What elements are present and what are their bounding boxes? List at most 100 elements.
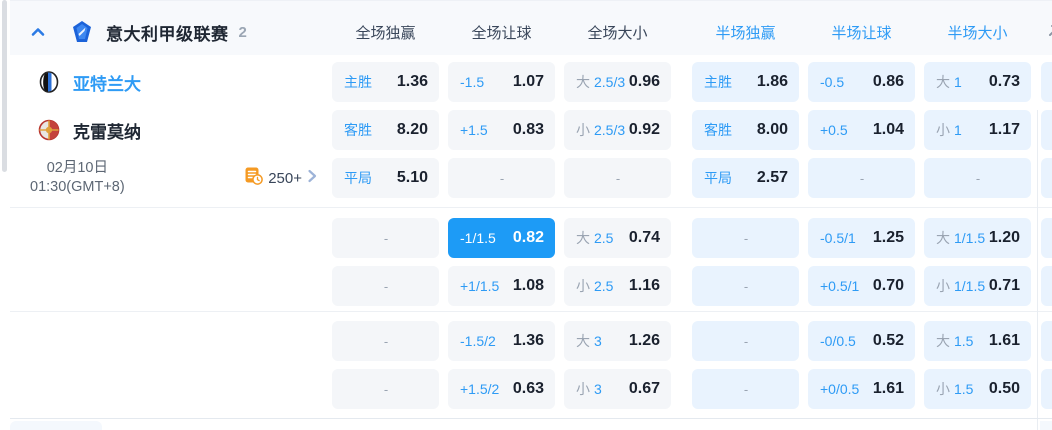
row-left-spacer (10, 369, 332, 409)
odds-cell[interactable]: +0/0.5 1.61 (808, 369, 915, 409)
odds-cell-empty: - (448, 158, 555, 198)
odds-cell[interactable]: 大 1 0.73 (924, 62, 1031, 102)
odds-label: 大3 (576, 333, 602, 349)
cremonese-badge (38, 119, 60, 141)
odds-cell-empty: - (692, 321, 799, 361)
odds-value: 1.04 (872, 121, 904, 138)
odds-cell[interactable]: 小 2.5/3 0.92 (564, 110, 671, 150)
odds-cell[interactable]: 小 3 0.67 (564, 369, 671, 409)
league-name[interactable]: 意大利甲级联赛 (106, 20, 229, 45)
total-side-label: 小 (936, 278, 950, 294)
odds-cell[interactable]: 小 1 1.17 (924, 110, 1031, 150)
odds-cell[interactable]: +0.5 1.04 (808, 110, 915, 150)
odds-cell[interactable]: 小 1.5 0.50 (924, 369, 1031, 409)
odds-cell[interactable]: 客胜 8.20 (332, 110, 439, 150)
column-header-half-5[interactable]: 半场大小 (924, 22, 1031, 43)
home-team-row: 亚特兰大 (10, 62, 332, 102)
odds-cell[interactable]: 主胜 1.36 (332, 62, 439, 102)
league-match-count: 2 (238, 23, 247, 41)
odds-cell[interactable]: 小 1/1.5 0.71 (924, 266, 1031, 306)
odds-cell[interactable]: -0/0.5 0.52 (808, 321, 915, 361)
odds-cell[interactable]: 平局 2.57 (692, 158, 799, 198)
more-markets-link[interactable]: 250+ (244, 166, 318, 190)
odds-body: 主胜 1.36 -1.5 1.07 大 2.5/3 0.96 主胜 1.86 -0.5 0.86 大 1… (10, 55, 1052, 430)
vertical-scrollbar[interactable] (0, 0, 9, 430)
odds-label: -1.5 (460, 74, 485, 90)
odds-label: 小1 (936, 122, 962, 138)
odds-cell[interactable]: 大 1.5 1.61 (924, 321, 1031, 361)
odds-value: 0.96 (628, 73, 660, 90)
odds-cell[interactable]: +0.5/1 0.70 (808, 266, 915, 306)
row-left-spacer (10, 266, 332, 306)
league-header-left: 意大利甲级联赛 2 (10, 20, 332, 45)
odds-label: 大 1/1.5 (936, 230, 986, 246)
odds-label: -1.5/2 (460, 333, 496, 349)
odds-cell-selected[interactable]: -1/1.5 0.82 (448, 218, 555, 258)
odds-label: +1.5 (460, 122, 488, 138)
odds-value: 1.86 (756, 73, 788, 90)
odds-value: 1.07 (512, 73, 544, 90)
odds-cell[interactable]: 大 2.5/3 0.96 (564, 62, 671, 102)
atalanta-badge (38, 71, 60, 93)
odds-cell[interactable]: 大 3 1.26 (564, 321, 671, 361)
kickoff-time: 01:30(GMT+8) (30, 179, 125, 195)
odds-value: 1.17 (988, 121, 1020, 138)
odds-value: 2.57 (756, 169, 788, 186)
odds-cell[interactable]: -1.5/2 1.36 (448, 321, 555, 361)
odds-cell-empty: - (692, 369, 799, 409)
odds-cell[interactable]: 客胜 8.00 (692, 110, 799, 150)
odds-value: 1.26 (628, 332, 660, 349)
league-odds-card: 意大利甲级联赛 2 全场独赢 全场让球 全场大小 半场独赢 半场让球 半场大小 主胜 1.3… (10, 0, 1052, 430)
odds-label: 大 2.5 (576, 230, 614, 246)
odds-cell[interactable]: 大 1/1.5 1.20 (924, 218, 1031, 258)
kickoff-datetime: 02月10日 01:30(GMT+8) (30, 159, 125, 197)
odds-label: 客胜 (344, 122, 372, 138)
total-side-label: 大 (936, 333, 950, 349)
empty-dash: - (383, 278, 389, 294)
odds-cell-clipped (1041, 321, 1052, 361)
away-team-name[interactable]: 克雷莫纳 (73, 118, 141, 143)
odds-cell[interactable]: 主胜 1.86 (692, 62, 799, 102)
column-header-half-4[interactable]: 半场让球 (808, 22, 915, 43)
odds-cell[interactable]: -0.5 0.86 (808, 62, 915, 102)
odds-cell[interactable]: 小 2.5 1.16 (564, 266, 671, 306)
odds-value: 0.83 (512, 121, 544, 138)
odds-label: 平局 (344, 170, 372, 186)
home-team-name[interactable]: 亚特兰大 (73, 70, 141, 95)
odds-label: 大 2.5/3 (576, 74, 626, 90)
odds-cell[interactable]: +1/1.5 1.08 (448, 266, 555, 306)
column-header-full-2[interactable]: 全场大小 (564, 22, 671, 43)
row-left-spacer (10, 321, 332, 361)
odds-cell-empty: - (564, 158, 671, 198)
odds-cell[interactable]: +1.5 0.83 (448, 110, 555, 150)
empty-dash: - (743, 230, 749, 246)
odds-value: 0.86 (872, 73, 904, 90)
chevron-up-icon[interactable] (28, 22, 48, 42)
corner-arrow-icon[interactable] (1046, 21, 1052, 44)
empty-dash: - (859, 170, 865, 186)
empty-dash: - (383, 333, 389, 349)
odds-cell[interactable]: 平局 5.10 (332, 158, 439, 198)
odds-label: -0.5 (820, 74, 845, 90)
scrollbar-thumb[interactable] (2, 0, 7, 172)
total-side-label: 小 (936, 381, 950, 397)
odds-label: +0.5/1 (820, 278, 860, 294)
odds-value: 1.36 (396, 73, 428, 90)
column-header-full-1[interactable]: 全场让球 (448, 22, 555, 43)
league-header-bar: 意大利甲级联赛 2 全场独赢 全场让球 全场大小 半场独赢 半场让球 半场大小 (10, 0, 1052, 55)
total-side-label: 大 (576, 333, 590, 349)
odds-cell-clipped (1041, 158, 1052, 198)
odds-cell[interactable]: -1.5 1.07 (448, 62, 555, 102)
odds-cell[interactable]: 大 2.5 0.74 (564, 218, 671, 258)
odds-cell[interactable]: -0.5/1 1.25 (808, 218, 915, 258)
odds-value: 0.52 (872, 332, 904, 349)
column-header-full-0[interactable]: 全场独赢 (332, 22, 439, 43)
odds-value: 0.74 (628, 229, 660, 246)
odds-value: 0.71 (988, 277, 1020, 294)
odds-cell-clipped (1041, 110, 1052, 150)
odds-cell[interactable]: +1.5/2 0.63 (448, 369, 555, 409)
odds-panel: 意大利甲级联赛 2 全场独赢 全场让球 全场大小 半场独赢 半场让球 半场大小 主胜 1.3… (0, 0, 1052, 430)
total-side-label: 大 (576, 74, 590, 90)
odds-value: 5.10 (396, 169, 428, 186)
column-header-half-3[interactable]: 半场独赢 (692, 22, 799, 43)
